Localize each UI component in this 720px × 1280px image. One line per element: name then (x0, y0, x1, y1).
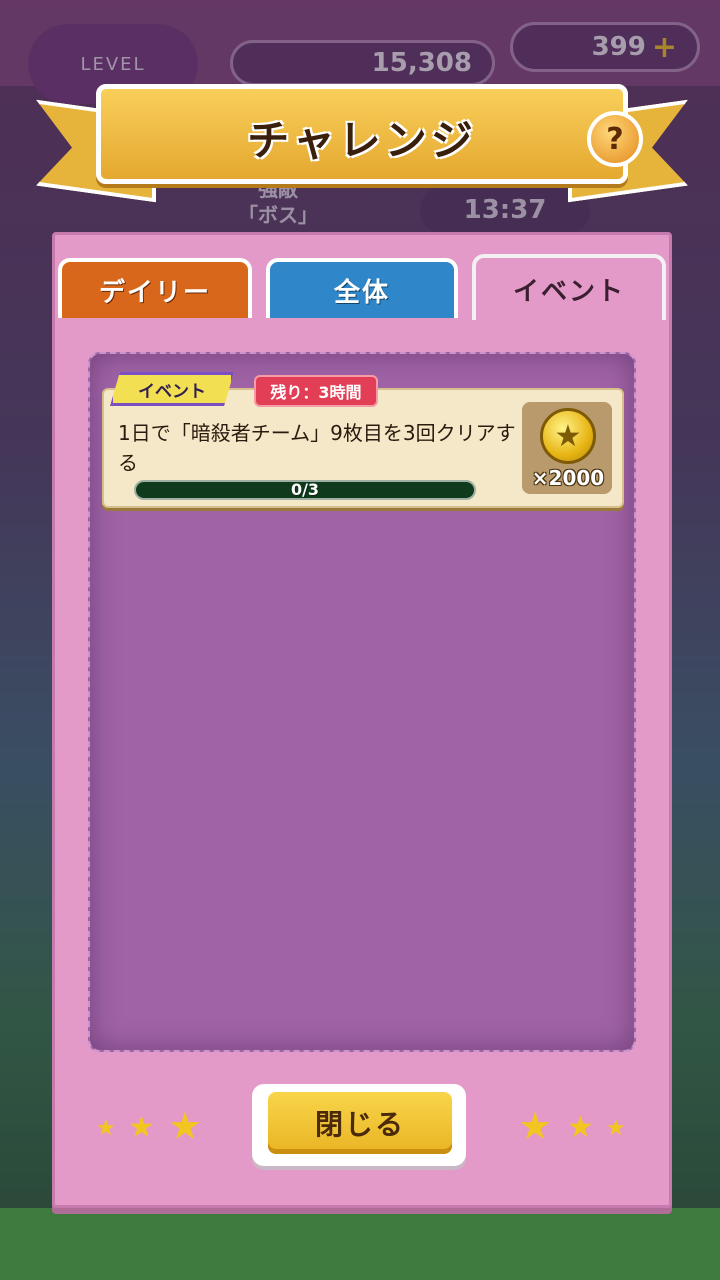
close-button-face[interactable]: 閉じる (268, 1092, 452, 1154)
close-button-label: 閉じる (314, 1108, 405, 1141)
banner-main: チャレンジ ? (96, 84, 643, 184)
reward-count: ×2000 (531, 466, 605, 490)
tab-event[interactable]: イベント (472, 254, 666, 320)
star-icon: ★ (128, 1110, 155, 1145)
challenge-progress-bar: 0/3 (134, 480, 476, 500)
star-icon: ★ (168, 1104, 203, 1148)
time-remaining-text: 残り：3時間 (270, 383, 362, 402)
close-button[interactable]: 閉じる (252, 1084, 466, 1166)
question-icon: ? (606, 121, 624, 157)
star-icon: ★ (518, 1104, 553, 1148)
title-banner: チャレンジ ? (36, 78, 688, 208)
challenge-description: 1日で「暗殺者チーム」9枚目を3回クリアする (118, 421, 516, 475)
tab-all-label: 全体 (333, 277, 390, 308)
time-remaining-badge: 残り：3時間 (254, 375, 378, 407)
star-icon: ★ (606, 1116, 626, 1141)
tab-all[interactable]: 全体 (266, 258, 458, 318)
page-title: チャレンジ (247, 116, 477, 165)
event-tag: イベント (110, 372, 234, 406)
event-tag-label: イベント (138, 381, 206, 402)
help-button[interactable]: ? (587, 111, 643, 167)
star-icon: ★ (96, 1116, 116, 1141)
tab-daily-label: デイリー (98, 277, 211, 308)
progress-text: 0/3 (290, 480, 320, 499)
star-coin-icon: ★ (540, 408, 596, 464)
background-bottom-menu (0, 1208, 720, 1280)
star-icon: ★ (567, 1110, 594, 1145)
tab-daily[interactable]: デイリー (58, 258, 252, 318)
tab-event-label: イベント (512, 276, 625, 307)
